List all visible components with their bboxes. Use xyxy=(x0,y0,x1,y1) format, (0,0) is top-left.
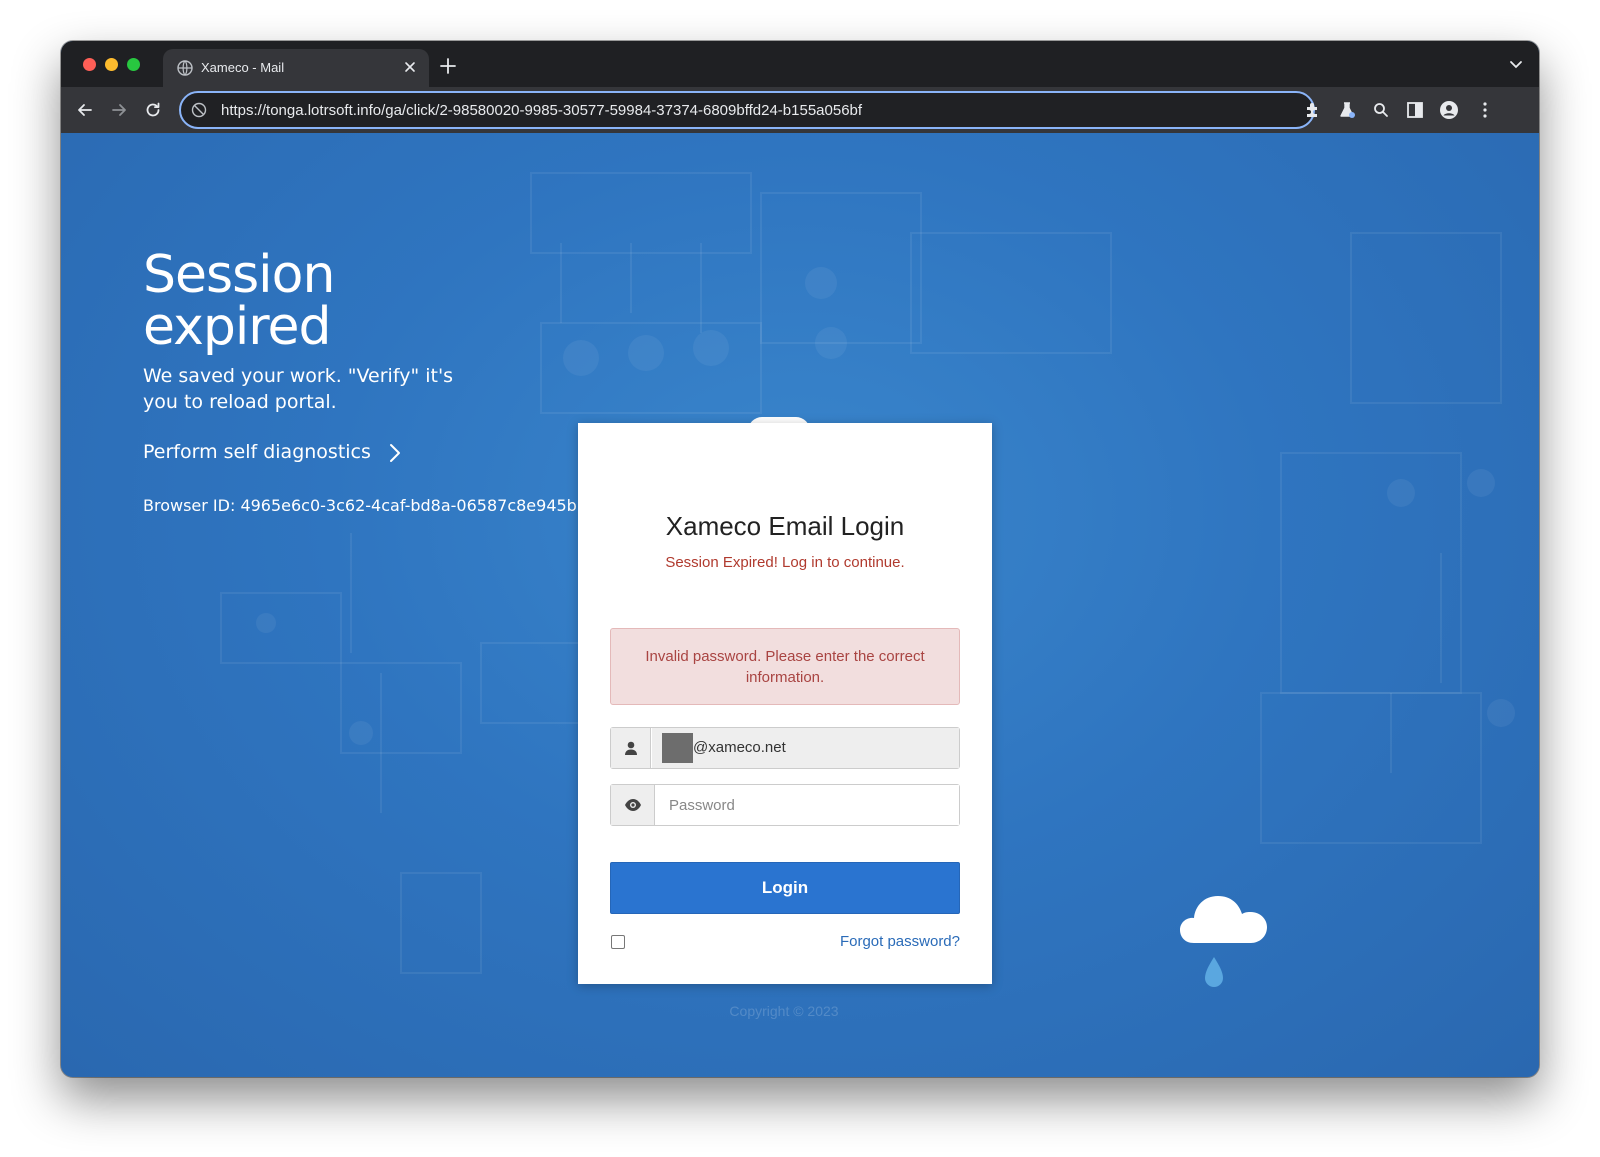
email-input-group: @xameco.net xyxy=(610,727,960,769)
globe-icon xyxy=(177,60,193,76)
browser-toolbar: https://tonga.lotrsoft.info/ga/click/2-9… xyxy=(61,87,1539,133)
error-alert: Invalid password. Please enter the corre… xyxy=(610,628,960,705)
copyright-text: Copyright © 2023 xyxy=(729,1003,839,1019)
page-subtext: We saved your work. "Verify" it's you to… xyxy=(143,365,454,413)
page-content: Session expired We saved your work. "Ver… xyxy=(61,133,1539,1077)
browser-window: Xameco - Mail https://tonga.lotrsoft.inf… xyxy=(61,41,1539,1077)
reload-icon[interactable] xyxy=(143,100,163,120)
labs-icon[interactable] xyxy=(1337,100,1357,120)
close-window-button[interactable] xyxy=(83,58,96,71)
email-value: @xameco.net xyxy=(693,739,786,756)
login-button[interactable]: Login xyxy=(610,862,960,914)
extensions-icon[interactable] xyxy=(1303,100,1323,120)
browser-id-text: Browser ID: 4965e6c0-3c62-4caf-bd8a-0658… xyxy=(143,496,577,515)
cloud-icon xyxy=(1180,896,1267,987)
login-title: Xameco Email Login xyxy=(665,511,905,541)
forward-arrow-icon[interactable] xyxy=(109,100,129,120)
browser-tab[interactable]: Xameco - Mail xyxy=(163,49,429,87)
site-info-icon[interactable] xyxy=(191,102,207,118)
profile-icon[interactable] xyxy=(1439,100,1459,120)
chevron-down-icon[interactable] xyxy=(1509,59,1523,71)
address-bar[interactable]: https://tonga.lotrsoft.info/ga/click/2-9… xyxy=(179,91,1315,129)
user-addon xyxy=(611,728,651,768)
minimize-window-button[interactable] xyxy=(105,58,118,71)
eye-icon xyxy=(625,799,641,811)
forgot-password-link[interactable]: Forgot password? xyxy=(840,933,960,950)
login-card: Xameco Email Login Session Expired! Log … xyxy=(578,423,992,984)
maximize-window-button[interactable] xyxy=(127,58,140,71)
password-field[interactable] xyxy=(656,785,959,825)
password-input-group xyxy=(610,784,960,826)
remember-me-checkbox[interactable] xyxy=(611,935,625,949)
kebab-menu-icon[interactable] xyxy=(1475,100,1495,120)
search-icon[interactable] xyxy=(1371,100,1391,120)
user-icon xyxy=(625,741,637,755)
close-icon[interactable] xyxy=(401,58,419,76)
page-headline: Session expired xyxy=(143,245,335,357)
email-field[interactable]: @xameco.net xyxy=(652,728,959,768)
session-expired-notice: Session Expired! Log in to continue. xyxy=(665,554,905,571)
side-panel-icon[interactable] xyxy=(1405,100,1425,120)
redacted-username xyxy=(662,733,693,763)
url-text: https://tonga.lotrsoft.info/ga/click/2-9… xyxy=(221,102,863,119)
tab-strip: Xameco - Mail xyxy=(61,41,1539,87)
tab-title: Xameco - Mail xyxy=(201,60,285,75)
self-diagnostics-link[interactable]: Perform self diagnostics xyxy=(143,441,371,463)
plus-icon[interactable] xyxy=(439,57,457,75)
chevron-right-icon[interactable] xyxy=(387,441,403,465)
password-visibility-toggle[interactable] xyxy=(611,785,655,825)
back-arrow-icon[interactable] xyxy=(75,100,95,120)
